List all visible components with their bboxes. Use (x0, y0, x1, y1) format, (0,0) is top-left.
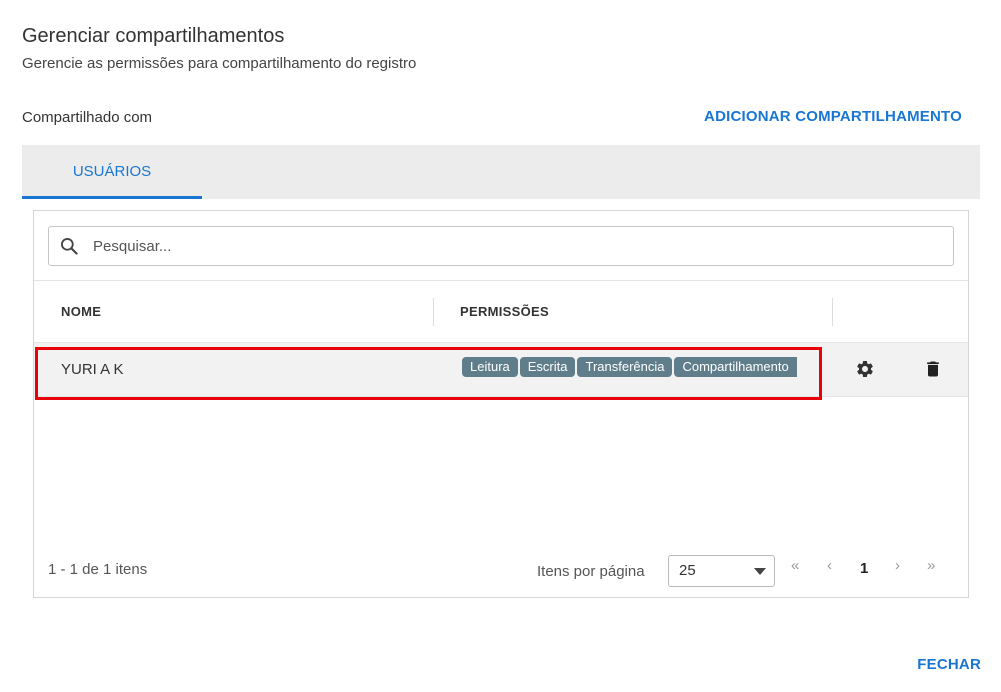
items-count: 1 - 1 de 1 itens (48, 561, 148, 578)
column-divider (832, 298, 833, 326)
search-icon (60, 238, 78, 255)
dialog-title: Gerenciar compartilhamentos (22, 25, 285, 47)
items-per-page-label: Itens por página (537, 563, 645, 580)
search-input[interactable] (93, 227, 933, 265)
gear-icon[interactable] (855, 359, 875, 379)
tab-users-label: USUÁRIOS (72, 163, 152, 180)
search-box (48, 226, 954, 266)
close-button[interactable]: FECHAR (917, 656, 981, 673)
add-share-button[interactable]: ADICIONAR COMPARTILHAMENTO (704, 108, 962, 125)
table-row[interactable]: YURI A K Leitura Escrita Transferência C… (34, 342, 968, 400)
users-panel: NOME PERMISSÕES YURI A K Leitura Escrita… (33, 210, 969, 598)
permission-chips: Leitura Escrita Transferência Compartilh… (462, 357, 797, 377)
table-header: NOME PERMISSÕES (34, 280, 968, 342)
column-divider (433, 298, 434, 326)
items-per-page-select[interactable]: 25 (668, 555, 775, 587)
column-header-name[interactable]: NOME (61, 281, 101, 343)
permission-chip-share: Compartilhamento (674, 357, 797, 377)
tab-bar: USUÁRIOS (22, 145, 980, 199)
permission-chip-transfer: Transferência (577, 357, 673, 377)
last-page-button[interactable]: » (927, 557, 935, 574)
items-per-page-value: 25 (679, 562, 696, 579)
tab-users[interactable]: USUÁRIOS (22, 145, 202, 199)
active-tab-indicator (22, 196, 202, 199)
chevron-down-icon (754, 568, 766, 575)
current-page[interactable]: 1 (860, 560, 868, 577)
first-page-button[interactable]: « (791, 557, 799, 574)
previous-page-button[interactable]: ‹ (827, 557, 832, 574)
next-page-button[interactable]: › (895, 557, 900, 574)
trash-icon[interactable] (923, 359, 943, 379)
permission-chip-read: Leitura (462, 357, 518, 377)
permission-chip-write: Escrita (519, 357, 576, 377)
user-name: YURI A K (61, 361, 124, 378)
column-header-permissions[interactable]: PERMISSÕES (460, 281, 549, 343)
dialog-subtitle: Gerencie as permissões para compartilham… (22, 55, 417, 72)
shared-with-label: Compartilhado com (22, 109, 153, 126)
